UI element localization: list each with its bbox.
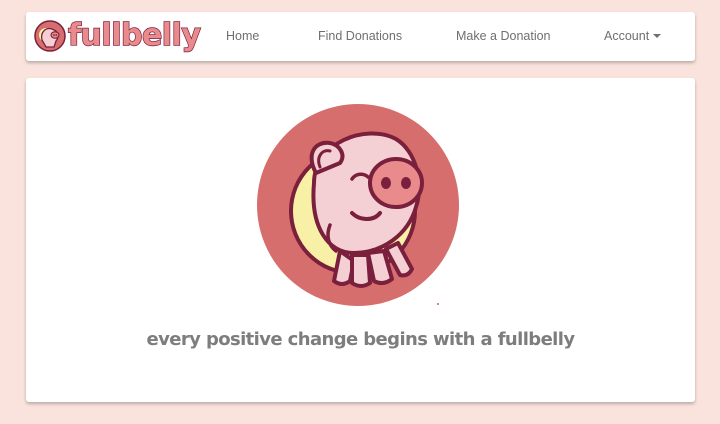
hero-tagline: every positive change begins with a full… [146, 329, 576, 350]
account-label: Account [604, 29, 650, 43]
caret-down-icon [653, 33, 662, 38]
hero-card: every positive change begins with a full… [26, 78, 695, 402]
nav-home-link[interactable]: Home [226, 12, 259, 61]
brand-name: fullbelly [67, 18, 201, 53]
nav-account-dropdown[interactable]: Account [604, 12, 662, 61]
pig-face-icon [34, 20, 66, 52]
pig-mascot-illustration [257, 104, 459, 306]
top-navbar: fullbelly Home Find Donations Make a Don… [26, 12, 695, 61]
decorative-dot [437, 303, 439, 305]
brand-home-link[interactable]: fullbelly [34, 16, 202, 56]
nav-find-donations-link[interactable]: Find Donations [318, 12, 402, 61]
nav-make-donation-link[interactable]: Make a Donation [456, 12, 551, 61]
